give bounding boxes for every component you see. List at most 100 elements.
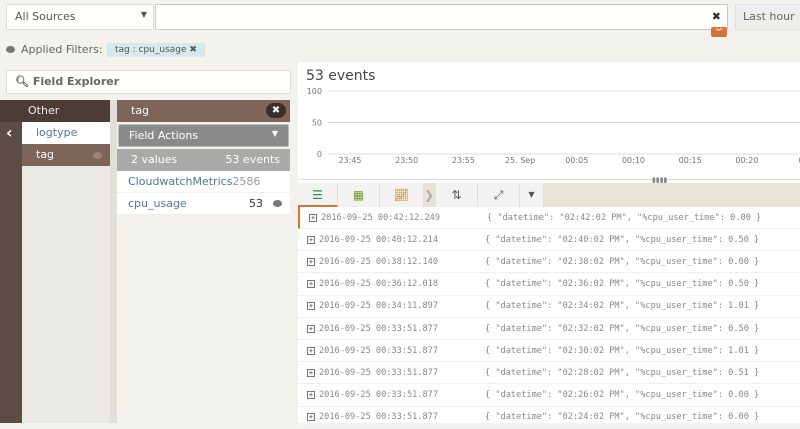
value-count: 2586	[232, 175, 261, 188]
clear-search-icon[interactable]: ✖	[712, 10, 721, 23]
x-tick-label: 23:45	[338, 156, 361, 165]
back-chevron-icon[interactable]: ‹	[0, 119, 22, 146]
y-tick-label: 0	[317, 150, 322, 159]
expand-row-icon[interactable]: +	[307, 257, 315, 266]
expand-row-icon[interactable]: +	[307, 346, 315, 355]
expand-row-icon[interactable]: +	[307, 235, 315, 244]
panel-splitter[interactable]	[110, 100, 117, 423]
grid-view-icon[interactable]: ▦	[338, 183, 380, 207]
field-values-panel: tag ✖ Field Actions ▼ 2 values 53 events Cl…	[117, 100, 290, 423]
eye-icon[interactable]	[273, 200, 282, 207]
value-item[interactable]: cpu_usage 53	[117, 193, 290, 215]
source-select[interactable]: All Sources ▼	[6, 4, 154, 30]
x-tick-label: 25. Sep	[505, 156, 535, 165]
log-row[interactable]: +2016-09-25 00:34:11.897 { "datetime": "0…	[298, 296, 800, 318]
log-row[interactable]: +2016-09-25 00:33:51.877 { "datetime": "0…	[298, 407, 800, 429]
log-row[interactable]: +2016-09-25 00:38:12.140 { "datetime": "0…	[298, 251, 800, 274]
x-tick-label: 00:15	[679, 156, 702, 165]
row-timestamp: 2016-09-25 00:36:12.018	[319, 279, 438, 290]
log-row[interactable]: +2016-09-25 00:36:12.018 { "datetime": "0…	[298, 274, 800, 296]
value-item[interactable]: CloudwatchMetrics 2586	[117, 171, 290, 193]
log-row[interactable]: +2016-09-25 00:40:12.214 { "datetime": "0…	[298, 229, 800, 252]
sort-icon[interactable]: ⇅	[436, 183, 478, 207]
log-row[interactable]: +2016-09-25 00:33:51.877 { "datetime": "0…	[298, 340, 800, 363]
chart-svg: 100 50 0 23:45 23:50 23:55 25. Sep 00:05 00:10 00…	[307, 87, 800, 165]
search-input[interactable]: ✖	[155, 4, 728, 30]
row-message: { "datetime": "02:34:02 PM", "%cpu_user_…	[485, 301, 760, 312]
x-tick-label: 00:05	[565, 156, 588, 165]
sidebar-strip: ▬‹	[0, 100, 22, 423]
events-histogram: 53 events 100 50 0 23:45 23:50 23:55 25. Sep 00…	[298, 62, 800, 184]
field-item-logtype[interactable]: logtype	[22, 122, 110, 144]
row-message: { "datetime": "02:40:02 PM", "%cpu_user_…	[485, 234, 760, 245]
time-range-button[interactable]: Last hour	[735, 4, 800, 30]
expand-row-icon[interactable]: +	[307, 391, 315, 400]
row-timestamp: 2016-09-25 00:34:11.897	[319, 301, 438, 312]
filter-chip-label: tag : cpu_usage	[115, 45, 187, 55]
row-message: { "datetime": "02:28:02 PM", "%cpu_user_…	[485, 367, 760, 378]
x-tick-label: 00:10	[622, 156, 645, 165]
row-timestamp: 2016-09-25 00:42:12.249	[321, 212, 440, 223]
expand-icon[interactable]: ⤢	[478, 183, 520, 207]
log-row[interactable]: +2016-09-25 00:33:51.877 { "datetime": "0…	[298, 362, 800, 385]
value-count: 53	[249, 197, 263, 210]
row-timestamp: 2016-09-25 00:33:51.877	[319, 367, 438, 378]
row-message: { "datetime": "02:24:02 PM", "%cpu_user_…	[485, 412, 760, 423]
events-count: 53 events	[225, 153, 280, 166]
expand-row-icon[interactable]: +	[307, 324, 315, 333]
row-message: { "datetime": "02:42:02 PM", "%cpu_user_…	[487, 212, 762, 223]
more-caret-icon[interactable]: ▼	[520, 183, 544, 207]
x-tick-label: 00:20	[735, 156, 758, 165]
chart-view-icon[interactable]: 📈︎	[380, 183, 424, 207]
applied-filters-label: Applied Filters:	[21, 43, 103, 56]
row-timestamp: 2016-09-25 00:33:51.877	[319, 390, 438, 401]
values-count: 2 values	[131, 153, 178, 166]
list-view-icon[interactable]: ☰	[298, 183, 338, 207]
row-timestamp: 2016-09-25 00:40:12.214	[319, 234, 438, 245]
expand-row-icon[interactable]: +	[307, 280, 315, 289]
expand-row-icon[interactable]: +	[309, 213, 317, 222]
eye-icon[interactable]	[93, 152, 102, 159]
row-message: { "datetime": "02:32:02 PM", "%cpu_user_…	[485, 323, 760, 334]
expand-chevron-icon[interactable]: ︾	[711, 27, 727, 37]
expand-row-icon[interactable]: +	[307, 302, 315, 311]
row-timestamp: 2016-09-25 00:33:51.877	[319, 412, 438, 423]
field-item-tag[interactable]: tag	[22, 144, 110, 166]
row-message: { "datetime": "02:38:02 PM", "%cpu_user_…	[485, 256, 760, 267]
caret-down-icon: ▼	[140, 10, 147, 19]
close-icon[interactable]: ✖	[266, 103, 286, 118]
expand-row-icon[interactable]: +	[307, 413, 315, 422]
search-icon: 🔍︎	[15, 75, 29, 88]
eye-icon	[6, 46, 15, 53]
expand-row-icon[interactable]: +	[307, 368, 315, 377]
source-value: All Sources	[15, 10, 76, 23]
row-timestamp: 2016-09-25 00:33:51.877	[319, 323, 438, 334]
row-message: { "datetime": "02:30:02 PM", "%cpu_user_…	[485, 345, 760, 356]
log-row[interactable]: +2016-09-25 00:33:51.877 { "datetime": "0…	[298, 385, 800, 407]
field-actions-dropdown[interactable]: Field Actions ▼	[118, 124, 289, 147]
caret-down-icon: ▼	[271, 129, 278, 138]
field-explorer-input[interactable]: 🔍︎ Field Explorer	[6, 70, 291, 94]
log-row[interactable]: +2016-09-25 00:33:51.877 { "datetime": "0…	[298, 318, 800, 340]
field-explorer-placeholder: Field Explorer	[32, 75, 120, 88]
row-message: { "datetime": "02:36:02 PM", "%cpu_user_…	[485, 279, 760, 290]
value-label: CloudwatchMetrics	[128, 175, 233, 188]
y-tick-label: 50	[312, 119, 322, 128]
category-header: Other	[0, 100, 110, 122]
filter-chip[interactable]: tag : cpu_usage ✖	[107, 43, 205, 57]
field-actions-label: Field Actions	[129, 129, 199, 142]
x-tick-label: 23:55	[452, 156, 475, 165]
row-timestamp: 2016-09-25 00:38:12.140	[319, 256, 438, 267]
log-row[interactable]: +2016-09-25 00:42:12.249 { "datetime": "0…	[298, 207, 800, 229]
y-tick-label: 100	[307, 87, 322, 96]
remove-filter-icon[interactable]: ✖	[189, 45, 197, 55]
field-header: tag	[131, 104, 150, 117]
separator-chevron-icon: ❯	[424, 183, 434, 207]
x-tick-label: 23:50	[395, 156, 418, 165]
field-item-label: tag	[36, 148, 55, 161]
view-toolbar: ☰ ▦ 📈︎ ❯ ⇅ ⤢ ▼	[298, 183, 800, 207]
field-category-list: Other logtype tag	[0, 100, 110, 423]
row-message: { "datetime": "02:26:02 PM", "%cpu_user_…	[485, 390, 760, 401]
row-timestamp: 2016-09-25 00:33:51.877	[319, 345, 438, 356]
value-label: cpu_usage	[128, 197, 187, 210]
